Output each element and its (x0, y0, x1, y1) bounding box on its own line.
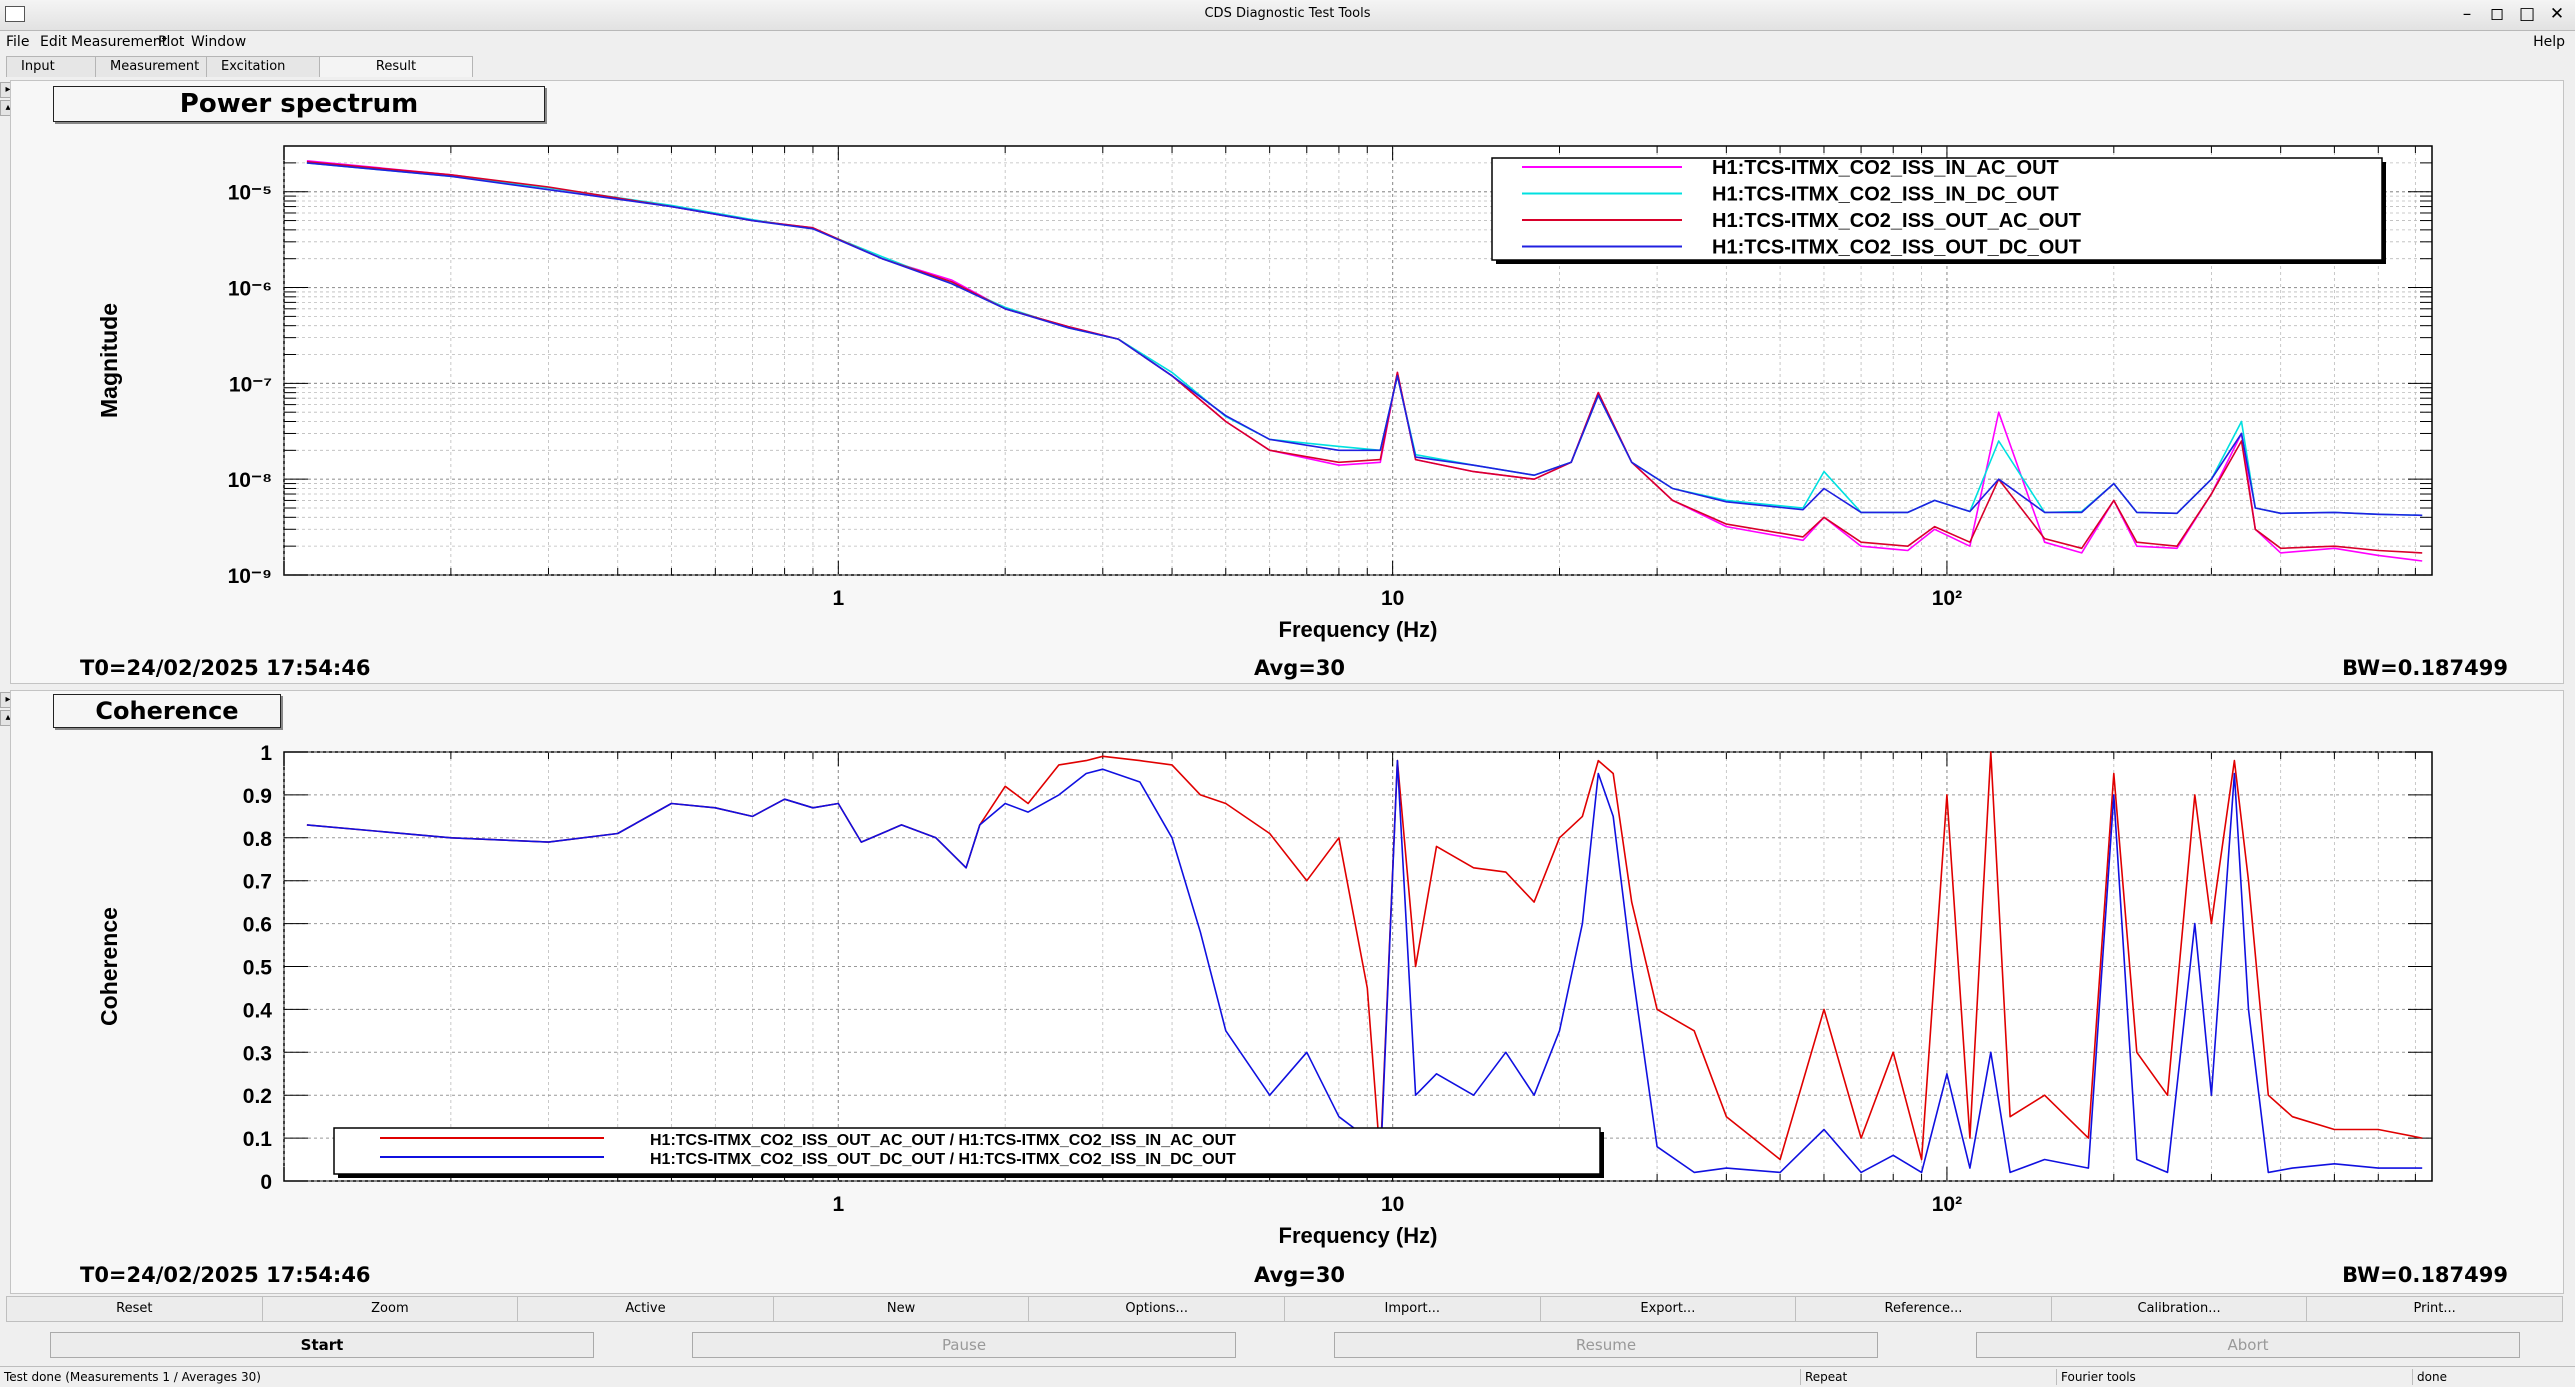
print-button[interactable]: Print... (2306, 1296, 2563, 1322)
ps-t0: T0=24/02/2025 17:54:46 (80, 656, 371, 680)
coh-t0: T0=24/02/2025 17:54:46 (80, 1263, 371, 1287)
active-button[interactable]: Active (517, 1296, 774, 1322)
menu-edit[interactable]: Edit (40, 34, 67, 50)
menu-help[interactable]: Help (2533, 34, 2565, 50)
zoom-button[interactable]: Zoom (261, 1296, 519, 1322)
restore-icon[interactable]: ◻ (2487, 3, 2507, 25)
power-spectrum-pane (10, 80, 2564, 684)
menu-file[interactable]: File (6, 34, 29, 50)
ps-bw: BW=0.187499 (2342, 656, 2508, 680)
coh-avg: Avg=30 (1254, 1263, 1346, 1287)
calibration-button[interactable]: Calibration... (2050, 1296, 2308, 1322)
plot-toolbar: Reset Zoom Active New Options... Import.… (6, 1296, 2563, 1322)
start-button[interactable]: Start (50, 1332, 594, 1358)
pause-button[interactable]: Pause (692, 1332, 1236, 1358)
import-button[interactable]: Import... (1283, 1296, 1541, 1322)
export-button[interactable]: Export... (1539, 1296, 1797, 1322)
tab-input[interactable]: Input (6, 56, 96, 77)
status-message: Test done (Measurements 1 / Averages 30) (4, 1370, 261, 1384)
tab-bar: Input Measurement Excitation Result (6, 56, 473, 78)
status-state: done (2412, 1369, 2575, 1385)
abort-button[interactable]: Abort (1976, 1332, 2520, 1358)
new-button[interactable]: New (772, 1296, 1030, 1322)
window-title: CDS Diagnostic Test Tools (1204, 6, 1371, 21)
minimize-icon[interactable]: – (2457, 3, 2477, 25)
coherence-pane (10, 690, 2564, 1294)
menu-window[interactable]: Window (191, 34, 246, 50)
power-spectrum-title: Power spectrum (53, 86, 545, 122)
menu-plot[interactable]: Plot (158, 34, 184, 50)
coh-bw: BW=0.187499 (2342, 1263, 2508, 1287)
tab-result[interactable]: Result (319, 56, 473, 77)
menu-bar: File Edit Measurement Plot Window Help (0, 30, 2575, 54)
resume-button[interactable]: Resume (1334, 1332, 1878, 1358)
reference-button[interactable]: Reference... (1795, 1296, 2052, 1322)
window-titlebar: CDS Diagnostic Test Tools – ◻ □ ✕ (0, 0, 2575, 31)
tab-excitation[interactable]: Excitation (206, 56, 320, 77)
status-tool: Fourier tools (2056, 1369, 2413, 1385)
maximize-icon[interactable]: □ (2517, 3, 2537, 25)
coherence-title: Coherence (53, 694, 281, 728)
ps-avg: Avg=30 (1254, 656, 1346, 680)
options-button[interactable]: Options... (1028, 1296, 1285, 1322)
reset-button[interactable]: Reset (6, 1296, 263, 1322)
tab-measurement[interactable]: Measurement (95, 56, 207, 77)
status-mode: Repeat (1800, 1369, 2055, 1385)
status-bar: Test done (Measurements 1 / Averages 30)… (0, 1366, 2575, 1387)
menu-measurement[interactable]: Measurement (71, 34, 167, 50)
close-icon[interactable]: ✕ (2547, 3, 2567, 25)
control-row: Start Pause Resume Abort (0, 1332, 2575, 1360)
